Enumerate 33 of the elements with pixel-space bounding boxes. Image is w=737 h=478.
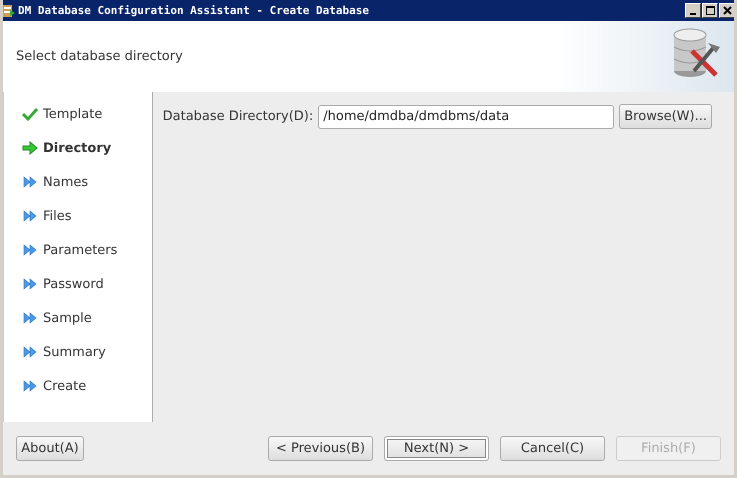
step-item: Template: [4, 97, 152, 131]
double-arrow-icon: [22, 175, 38, 189]
browse-button[interactable]: Browse(W)...: [619, 104, 712, 129]
close-icon: [722, 6, 732, 15]
checkmark-icon: [22, 107, 38, 121]
double-arrow-icon: [22, 209, 38, 223]
minimize-icon: [690, 12, 696, 14]
close-button[interactable]: [719, 3, 734, 18]
double-arrow-icon: [22, 379, 38, 393]
step-item: Summary: [4, 335, 152, 369]
step-item: Parameters: [4, 233, 152, 267]
maximize-button[interactable]: [702, 3, 718, 18]
directory-label: Database Directory(D):: [162, 109, 314, 124]
double-arrow-icon: [22, 277, 38, 291]
step-item: Directory: [4, 131, 152, 165]
directory-field[interactable]: /home/dmdba/dmdbms/data: [318, 104, 614, 128]
maximize-icon: [706, 6, 714, 15]
header-title: Select database directory: [16, 49, 183, 64]
step-item: Password: [4, 267, 152, 301]
double-arrow-icon: [22, 243, 38, 257]
dialog-button[interactable]: < Previous(B): [268, 436, 373, 461]
step-item: Names: [4, 165, 152, 199]
dialog-button[interactable]: Cancel(C): [500, 436, 605, 461]
step-item: Files: [4, 199, 152, 233]
double-arrow-icon: [22, 345, 38, 359]
minimize-button[interactable]: [685, 3, 701, 18]
step-item: Sample: [4, 301, 152, 335]
dialog-button[interactable]: Next(N) >: [384, 436, 489, 461]
double-arrow-icon: [22, 311, 38, 325]
dialog-button[interactable]: About(A): [16, 436, 84, 461]
step-item: Create: [4, 369, 152, 403]
window-title: DM Database Configuration Assistant - Create Database: [18, 4, 370, 17]
right-arrow-icon: [22, 141, 38, 155]
